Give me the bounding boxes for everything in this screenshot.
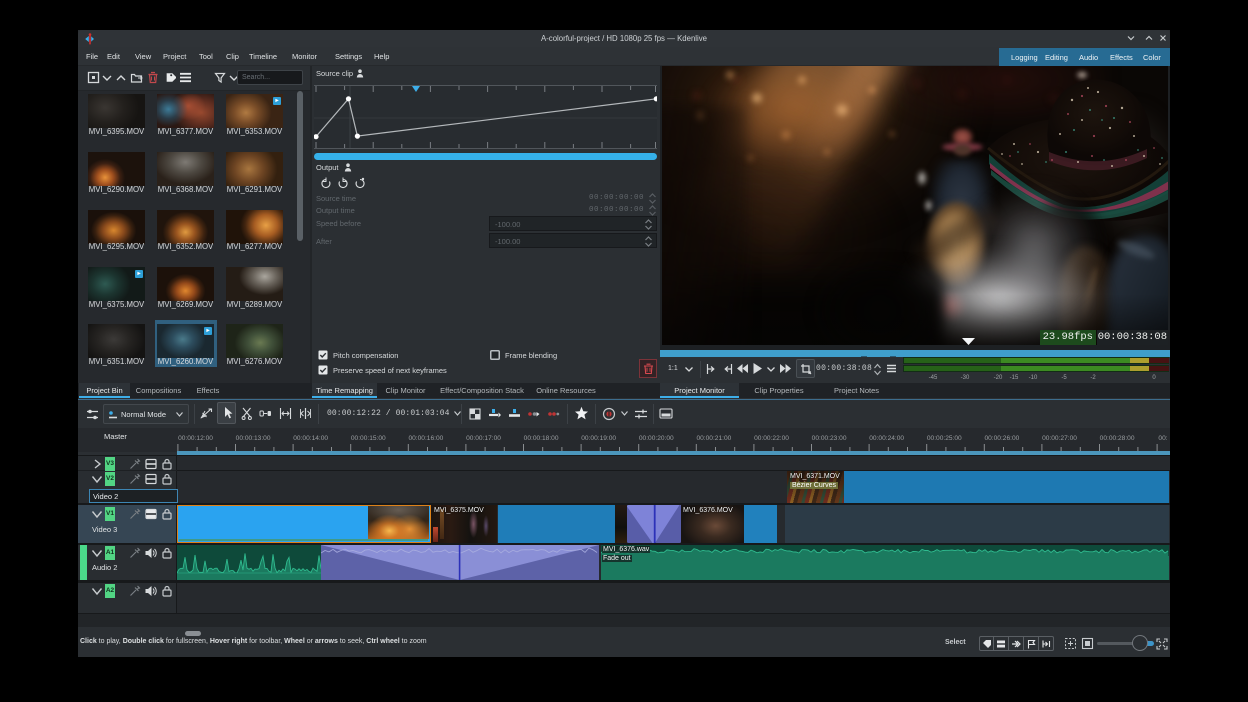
svg-text:0: 0 — [1152, 375, 1156, 381]
svg-text:-15: -15 — [1010, 375, 1019, 381]
svg-text:-10: -10 — [1029, 375, 1038, 381]
svg-text:-30: -30 — [961, 375, 970, 381]
svg-text:-45: -45 — [929, 375, 938, 381]
svg-text:-2: -2 — [1090, 375, 1096, 381]
svg-text:-20: -20 — [994, 375, 1003, 381]
svg-text:-5: -5 — [1061, 375, 1067, 381]
